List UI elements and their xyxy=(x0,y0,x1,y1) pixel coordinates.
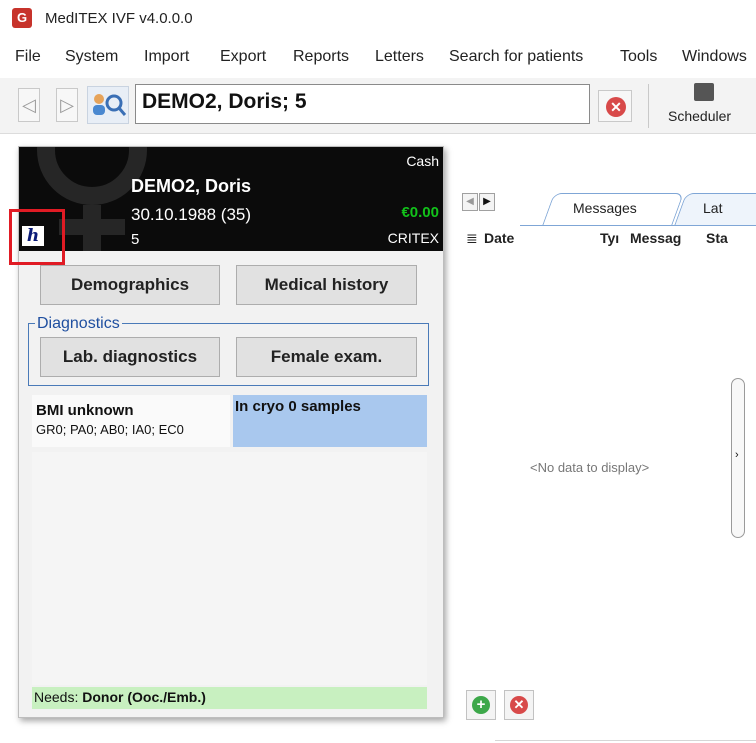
patient-number: 5 xyxy=(131,231,140,248)
bmi-label: BMI unknown xyxy=(36,402,134,419)
menu-search-for-patients[interactable]: Search for patients xyxy=(449,48,583,66)
status-divider xyxy=(495,740,756,741)
toolbar-separator xyxy=(648,84,649,128)
patient-dob-age: 30.10.1988 (35) xyxy=(131,205,252,224)
people-search-icon xyxy=(93,94,127,116)
window-title: MedITEX IVF v4.0.0.0 xyxy=(45,10,193,27)
needs-bar: Needs: Donor (Ooc./Emb.) xyxy=(32,687,427,709)
tab-scroll-arrows: ◀ ▶ xyxy=(462,193,518,213)
column-message[interactable]: Messag xyxy=(630,230,681,246)
column-chooser-icon[interactable]: ≣ xyxy=(466,230,478,247)
menu-export[interactable]: Export xyxy=(220,48,266,66)
highlight-annotation-box xyxy=(9,209,65,265)
patient-name: DEMO2, Doris xyxy=(131,176,252,196)
card-content-area xyxy=(32,452,427,685)
needs-value: Donor (Ooc./Emb.) xyxy=(82,689,206,705)
column-type[interactable]: Tyı xyxy=(600,230,619,246)
female-exam-button[interactable]: Female exam. xyxy=(236,337,417,377)
patient-search-button[interactable] xyxy=(87,86,129,124)
tab-messages[interactable]: Messages xyxy=(573,200,637,216)
payment-type: Cash xyxy=(406,153,439,169)
close-icon: ✕ xyxy=(606,97,626,117)
insurer-name: CRITEX xyxy=(387,230,439,246)
menu-reports[interactable]: Reports xyxy=(293,48,349,66)
cryo-samples-label: In cryo 0 samples xyxy=(235,398,361,415)
menu-system[interactable]: System xyxy=(65,48,118,66)
patient-card-header: DEMO2, Doris 30.10.1988 (35) 5 Cash €0.0… xyxy=(19,147,443,251)
menu-import[interactable]: Import xyxy=(144,48,189,66)
diagnostics-legend: Diagnostics xyxy=(35,315,122,333)
menu-windows[interactable]: Windows xyxy=(682,48,747,66)
demographics-button[interactable]: Demographics xyxy=(40,265,220,305)
calendar-grid-icon xyxy=(694,83,714,101)
menu-letters[interactable]: Letters xyxy=(375,48,424,66)
forward-button[interactable]: ▷ xyxy=(56,88,78,122)
obstetric-history: GR0; PA0; AB0; IA0; EC0 xyxy=(36,422,184,437)
tab-scroll-left-button[interactable]: ◀ xyxy=(462,193,478,211)
tab-lab[interactable]: Lat xyxy=(703,200,722,216)
clear-patient-button[interactable]: ✕ xyxy=(598,90,632,122)
chevron-left-icon: ◀ xyxy=(466,196,474,207)
empty-grid-message: <No data to display> xyxy=(530,460,650,475)
back-button[interactable]: ◁ xyxy=(18,88,40,122)
chevron-right-icon: ▶ xyxy=(483,196,491,207)
back-arrow-icon: ◁ xyxy=(22,95,36,115)
tab-scroll-right-button[interactable]: ▶ xyxy=(479,193,495,211)
bmi-panel[interactable]: BMI unknown GR0; PA0; AB0; IA0; EC0 xyxy=(32,395,230,447)
column-status[interactable]: Sta xyxy=(706,230,728,246)
scheduler-label: Scheduler xyxy=(668,108,732,124)
patient-search-field[interactable]: DEMO2, Doris; 5 xyxy=(135,84,590,124)
cryo-panel[interactable]: In cryo 0 samples xyxy=(233,395,427,447)
tab-strip-line xyxy=(520,225,756,226)
scheduler-button[interactable]: Scheduler xyxy=(660,78,756,130)
menu-bar: File System Import Export Reports Letter… xyxy=(0,42,756,72)
add-message-button[interactable]: + xyxy=(466,690,496,720)
needs-label: Needs: xyxy=(34,689,79,705)
column-date[interactable]: Date xyxy=(484,230,514,246)
menu-tools[interactable]: Tools xyxy=(620,48,657,66)
chevron-right-icon: › xyxy=(735,449,739,461)
delete-message-button[interactable]: ✕ xyxy=(504,690,534,720)
forward-arrow-icon: ▷ xyxy=(60,95,74,115)
menu-file[interactable]: File xyxy=(15,48,41,66)
plus-icon: + xyxy=(472,696,490,714)
account-balance: €0.00 xyxy=(401,204,439,221)
medical-history-button[interactable]: Medical history xyxy=(236,265,417,305)
close-icon: ✕ xyxy=(510,696,528,714)
panel-collapse-handle[interactable]: › xyxy=(731,378,745,538)
lab-diagnostics-button[interactable]: Lab. diagnostics xyxy=(40,337,220,377)
app-logo-icon: G xyxy=(12,8,32,28)
